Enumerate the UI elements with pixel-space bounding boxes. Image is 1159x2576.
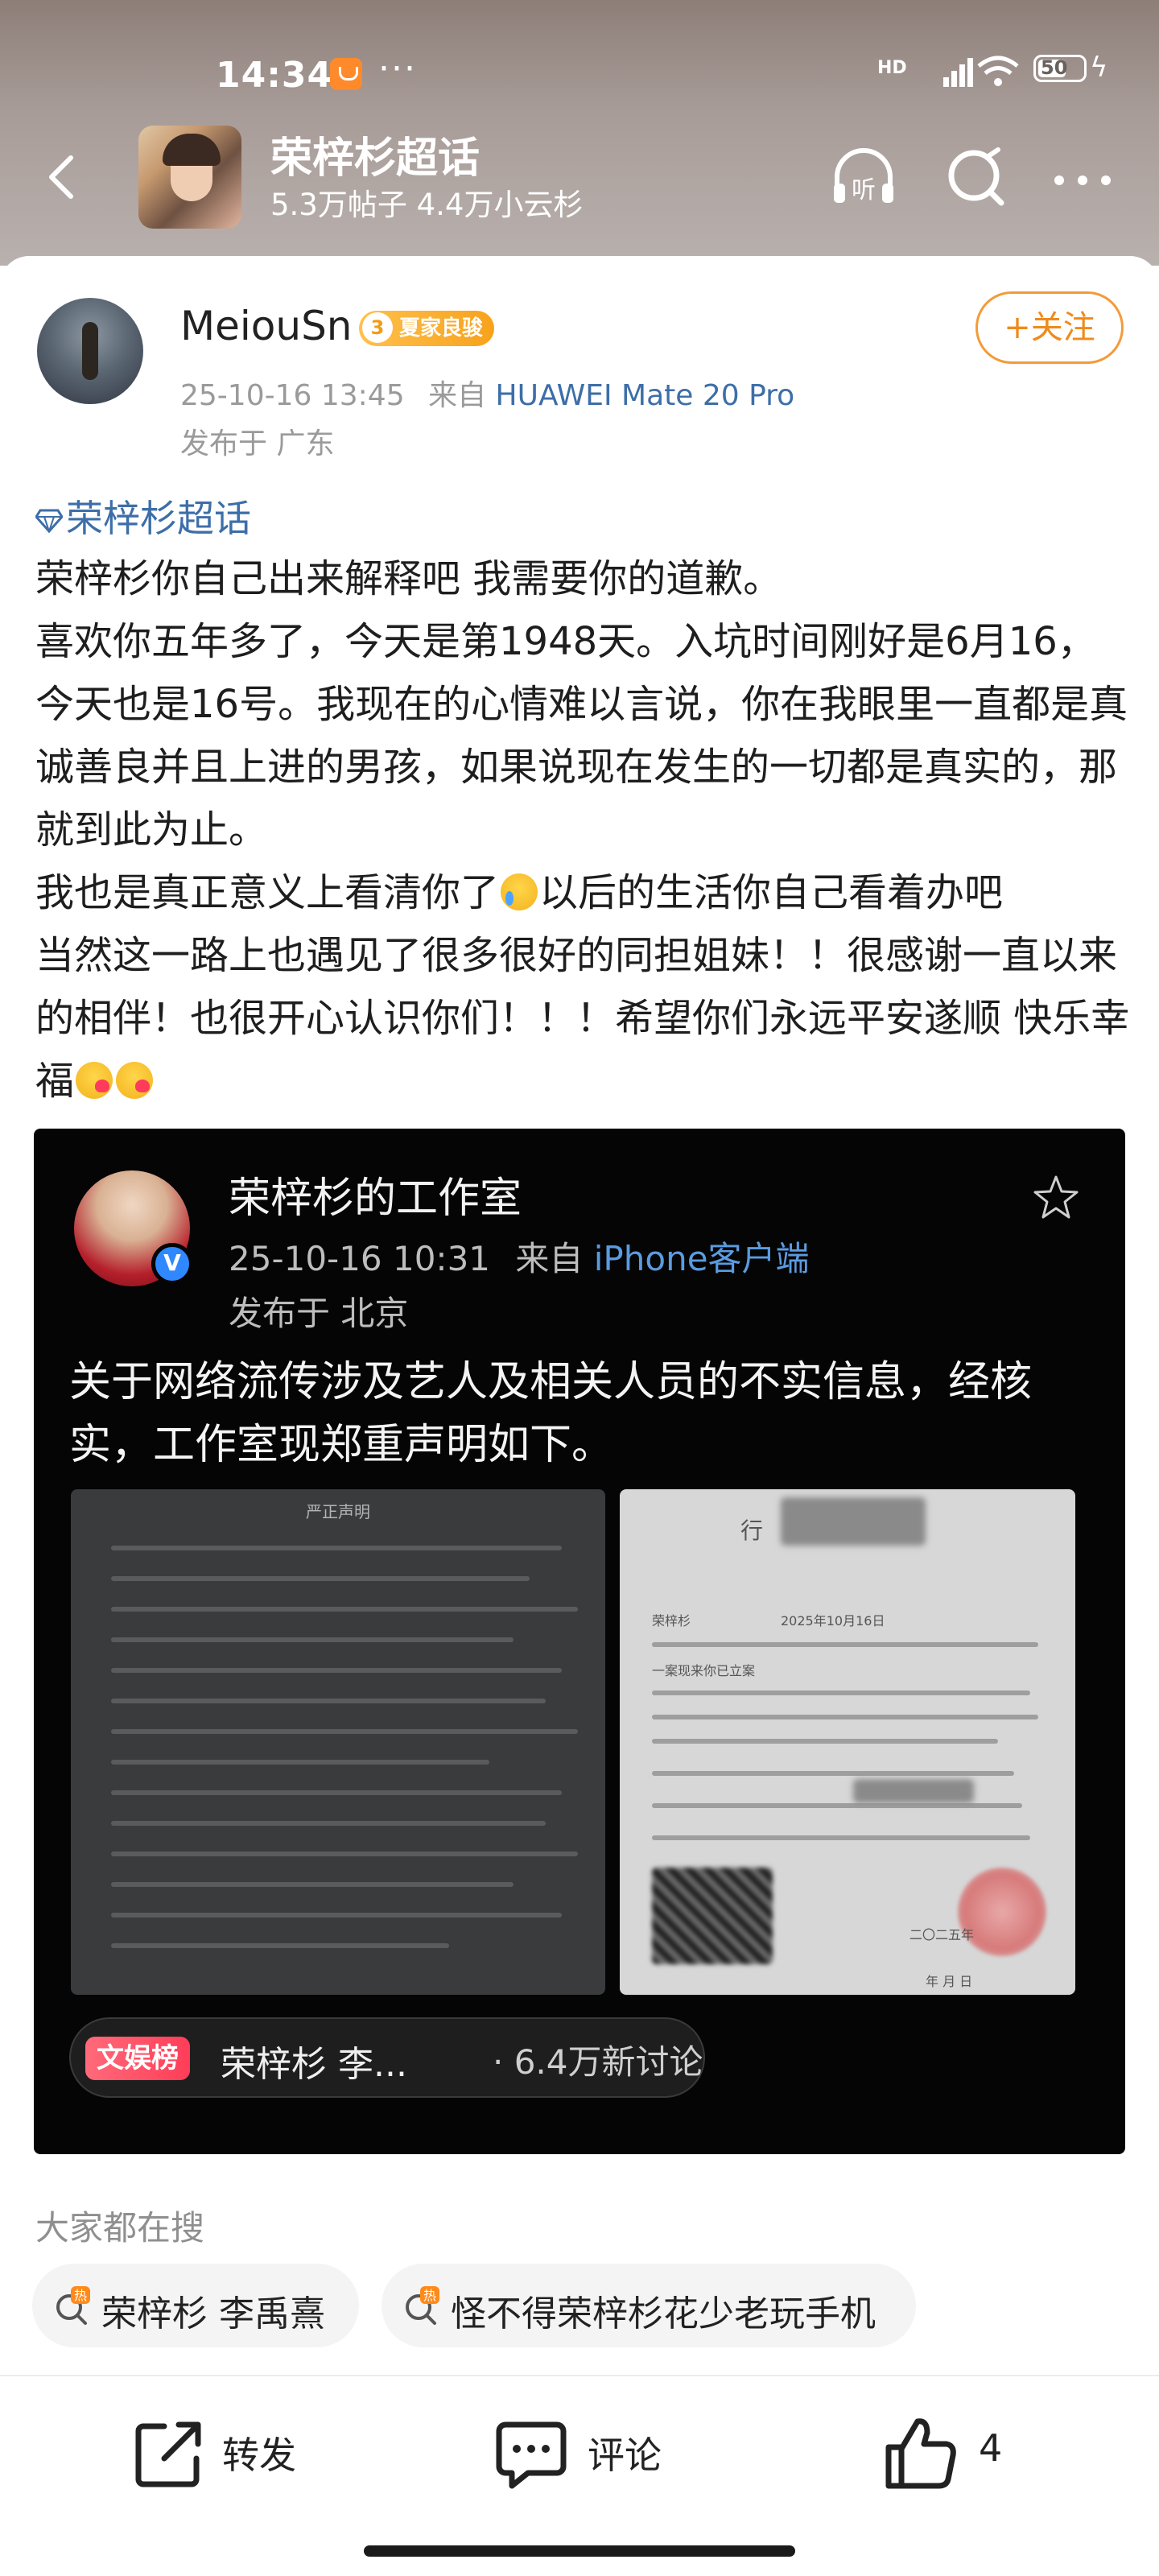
home-indicator[interactable] xyxy=(364,2545,795,2557)
hot-topic-name: 荣梓杉 李... xyxy=(221,2044,407,2085)
follow-button[interactable]: +关注 xyxy=(975,291,1124,364)
wifi-signal-icon xyxy=(977,56,1019,86)
post-line-emoji: 当然这一路上也遇见了很多很好的同担姐妹！！很感谢一直以来的相伴！也很开心认识你们… xyxy=(35,924,1130,1113)
listen-icon[interactable]: 听 xyxy=(827,142,900,214)
post-location: 发布于 广东 xyxy=(180,427,335,460)
hot-topic-pill: 文娱榜 荣梓杉 李... · 6.4万新讨论 xyxy=(69,2017,705,2098)
repost-label: 转发 xyxy=(222,2434,296,2477)
comment-button[interactable]: 评论 xyxy=(494,2413,679,2494)
search-icon[interactable] xyxy=(942,142,1014,214)
receipt-name: 荣梓杉 xyxy=(652,1613,691,1629)
studio-name: 荣梓杉的工作室 xyxy=(229,1174,522,1223)
more-notifications-icon: ··· xyxy=(378,48,417,89)
post-body: 荣梓杉你自己出来解释吧 我需要你的道歉。 喜欢你五年多了，今天是第1948天。入… xyxy=(35,547,1130,1113)
crying-emoji-icon xyxy=(501,873,538,910)
svg-text:热: 热 xyxy=(423,2288,436,2303)
trending-search-chip[interactable]: 热 荣梓杉 李禹熹 xyxy=(32,2264,359,2347)
receipt-line: 一案现来你已立案 xyxy=(652,1663,756,1678)
topic-link-text: 荣梓杉超话 xyxy=(66,497,251,540)
hot-list-tag: 文娱榜 xyxy=(85,2037,190,2080)
battery-percent: 50 xyxy=(1041,56,1068,79)
trending-search-label: 怪不得荣梓杉花少老玩手机 xyxy=(451,2293,876,2334)
post-date: 25-10-16 13:45 xyxy=(180,379,405,412)
studio-device: iPhone客户端 xyxy=(593,1239,810,1278)
hot-search-icon: 热 xyxy=(406,2286,439,2325)
receipt-date: 2025年10月16日 xyxy=(781,1613,885,1629)
post-card: MeiouSn 3 夏家良骏 +关注 25-10-16 13:45 来自 HUA… xyxy=(0,256,1159,2576)
studio-post-meta: 25-10-16 10:31 来自 iPhone客户端 xyxy=(229,1232,810,1281)
receipt-year: 二〇二五年 xyxy=(909,1927,975,1942)
post-line: 荣梓杉你自己出来解释吧 我需要你的道歉。 xyxy=(35,556,782,601)
super-topic-diamond-icon xyxy=(35,509,63,533)
topic-link[interactable]: 荣梓杉超话 xyxy=(35,489,251,543)
post-meta: 25-10-16 13:45 来自 HUAWEI Mate 20 Pro xyxy=(180,372,794,414)
like-count: 4 xyxy=(979,2426,1003,2470)
post-line-part: 以后的生活你自己看着办吧 xyxy=(539,870,1004,915)
topic-avatar[interactable] xyxy=(138,126,241,229)
topic-title[interactable]: 荣梓杉超话 xyxy=(270,124,480,184)
post-source-prefix: 来自 xyxy=(428,379,487,412)
comment-label: 评论 xyxy=(588,2434,662,2477)
statement-document-image: 严正声明 xyxy=(71,1489,605,1995)
studio-source-prefix: 来自 xyxy=(515,1239,584,1278)
fan-level-text: 夏家良骏 xyxy=(399,316,484,341)
trending-search-title: 大家都在搜 xyxy=(35,2208,205,2248)
post-line: 喜欢你五年多了，今天是第1948天。入坑时间刚好是6月16，今天也是16号。我现… xyxy=(35,619,1128,852)
svg-text:听: 听 xyxy=(852,176,876,204)
receipt-heading: 行 xyxy=(740,1517,764,1544)
fan-level-badge[interactable]: 3 夏家良骏 xyxy=(359,311,495,346)
action-bar-divider xyxy=(0,2375,1159,2376)
love-emoji-icon xyxy=(76,1062,113,1099)
author-name[interactable]: MeiouSn xyxy=(180,303,353,349)
studio-location: 发布于 北京 xyxy=(229,1294,409,1333)
post-line-part: 我也是真正意义上看清你了 xyxy=(35,870,500,915)
comment-icon xyxy=(496,2421,567,2489)
studio-statement-text: 关于网络流传涉及艺人及相关人员的不实信息，经核实，工作室现郑重声明如下。 xyxy=(69,1358,1033,1469)
back-arrow-icon[interactable] xyxy=(39,153,87,201)
battery-icon: 50 xyxy=(1033,55,1087,82)
post-line-emoji: 我也是真正意义上看清你了 以后的生活你自己看着办吧 xyxy=(35,861,1130,924)
fan-level-number: 3 xyxy=(362,312,393,343)
post-line-part: 当然这一路上也遇见了很多很好的同担姐妹！！很感谢一直以来的相伴！也很开心认识你们… xyxy=(35,933,1130,1104)
trending-search-label: 荣梓杉 李禹熹 xyxy=(101,2293,325,2334)
hot-topic-count: · 6.4万新讨论 xyxy=(493,2042,703,2082)
author-avatar[interactable] xyxy=(37,298,143,404)
receipt-sign-date: 年 月 日 xyxy=(926,1974,973,1989)
trending-search-chip[interactable]: 热 怪不得荣梓杉花少老玩手机 xyxy=(382,2264,916,2347)
verified-badge-icon: V xyxy=(151,1243,193,1285)
like-thumb-icon xyxy=(885,2418,956,2489)
topic-stats: 5.3万帖子 4.4万小云杉 xyxy=(270,188,584,222)
topic-top-bar: 荣梓杉超话 5.3万帖子 4.4万小云杉 听 xyxy=(0,121,1159,233)
document-title: 严正声明 xyxy=(306,1502,370,1521)
repost-icon xyxy=(135,2421,201,2487)
repost-button[interactable]: 转发 xyxy=(132,2413,317,2494)
star-icon xyxy=(1033,1175,1079,1219)
love-emoji-icon xyxy=(116,1062,154,1099)
like-button[interactable]: 4 xyxy=(884,2413,1013,2494)
hot-search-icon: 热 xyxy=(56,2286,90,2325)
charging-icon: ϟ xyxy=(1090,52,1108,84)
studio-post-date: 25-10-16 10:31 xyxy=(229,1239,491,1278)
police-receipt-image: 行 荣梓杉 2025年10月16日 一案现来你已立案 二〇二五年 年 月 日 xyxy=(620,1489,1075,1995)
post-device[interactable]: HUAWEI Mate 20 Pro xyxy=(496,379,795,412)
status-bar: 14:34 ··· HD 50 ϟ xyxy=(0,48,1159,105)
status-time: 14:34 xyxy=(216,55,333,96)
embedded-screenshot-image[interactable]: V 荣梓杉的工作室 25-10-16 10:31 来自 iPhone客户端 发布… xyxy=(34,1129,1125,2154)
svg-text:热: 热 xyxy=(74,2288,87,2303)
weibo-notification-icon xyxy=(330,58,362,90)
more-options-icon[interactable] xyxy=(1046,142,1119,214)
hd-signal-icon: HD xyxy=(877,58,907,78)
